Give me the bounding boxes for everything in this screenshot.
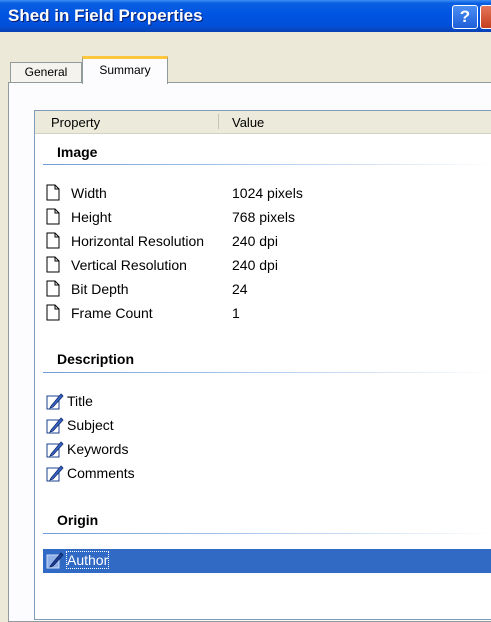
property-name: Width — [71, 185, 107, 201]
property-value: 768 pixels — [232, 209, 296, 225]
document-icon — [46, 280, 60, 297]
tab-general[interactable]: General — [10, 62, 82, 82]
property-name: Keywords — [67, 441, 129, 457]
property-value: 240 dpi — [232, 233, 278, 249]
property-row-height[interactable]: Height 768 pixels — [43, 206, 491, 230]
document-icon — [46, 256, 60, 273]
property-name: Comments — [67, 465, 135, 481]
property-row-keywords[interactable]: Keywords — [43, 438, 491, 462]
group-title-image: Image — [57, 144, 98, 160]
property-name: Horizontal Resolution — [71, 233, 205, 249]
property-row-vertical-resolution[interactable]: Vertical Resolution 240 dpi — [43, 254, 491, 278]
property-row-horizontal-resolution[interactable]: Horizontal Resolution 240 dpi — [43, 230, 491, 254]
property-name: Frame Count — [71, 305, 153, 321]
edit-icon — [46, 393, 64, 410]
edit-icon — [46, 465, 64, 482]
document-icon — [46, 184, 60, 201]
document-icon — [46, 208, 60, 225]
help-button[interactable]: ? — [452, 5, 478, 29]
edit-icon — [46, 441, 64, 458]
group-title-origin: Origin — [57, 512, 99, 528]
edit-icon — [46, 552, 64, 569]
column-header-property[interactable]: Property — [51, 115, 100, 130]
property-row-comments[interactable]: Comments — [43, 462, 491, 486]
title-bar[interactable]: Shed in Field Properties ? — [0, 0, 491, 32]
property-row-bit-depth[interactable]: Bit Depth 24 — [43, 278, 491, 302]
group-divider — [43, 164, 491, 165]
document-icon — [46, 232, 60, 249]
column-separator[interactable] — [218, 114, 219, 129]
property-name: Author — [65, 551, 110, 569]
property-name: Bit Depth — [71, 281, 129, 297]
group-divider — [43, 372, 491, 373]
document-icon — [46, 304, 60, 321]
property-name: Title — [67, 393, 93, 409]
property-value: 240 dpi — [232, 257, 278, 273]
property-name: Vertical Resolution — [71, 257, 187, 273]
tab-summary[interactable]: Summary — [82, 56, 168, 84]
property-row-frame-count[interactable]: Frame Count 1 — [43, 302, 491, 326]
column-header: Property Value — [35, 111, 491, 134]
group-title-description: Description — [57, 351, 135, 367]
property-row-title[interactable]: Title — [43, 390, 491, 414]
group-divider — [43, 533, 491, 534]
property-value: 1024 pixels — [232, 185, 303, 201]
property-row-subject[interactable]: Subject — [43, 414, 491, 438]
property-value: 1 — [232, 305, 240, 321]
property-name: Height — [71, 209, 112, 225]
window-title: Shed in Field Properties — [8, 6, 203, 25]
property-row-width[interactable]: Width 1024 pixels — [43, 182, 491, 206]
property-list[interactable]: Property Value Image Width 1024 pixels H… — [34, 110, 491, 620]
edit-icon — [46, 417, 64, 434]
property-value: 24 — [232, 281, 248, 297]
property-row-author[interactable]: Author — [43, 549, 491, 573]
property-name: Subject — [67, 417, 114, 433]
close-button[interactable] — [480, 5, 491, 29]
column-header-value[interactable]: Value — [232, 115, 264, 130]
